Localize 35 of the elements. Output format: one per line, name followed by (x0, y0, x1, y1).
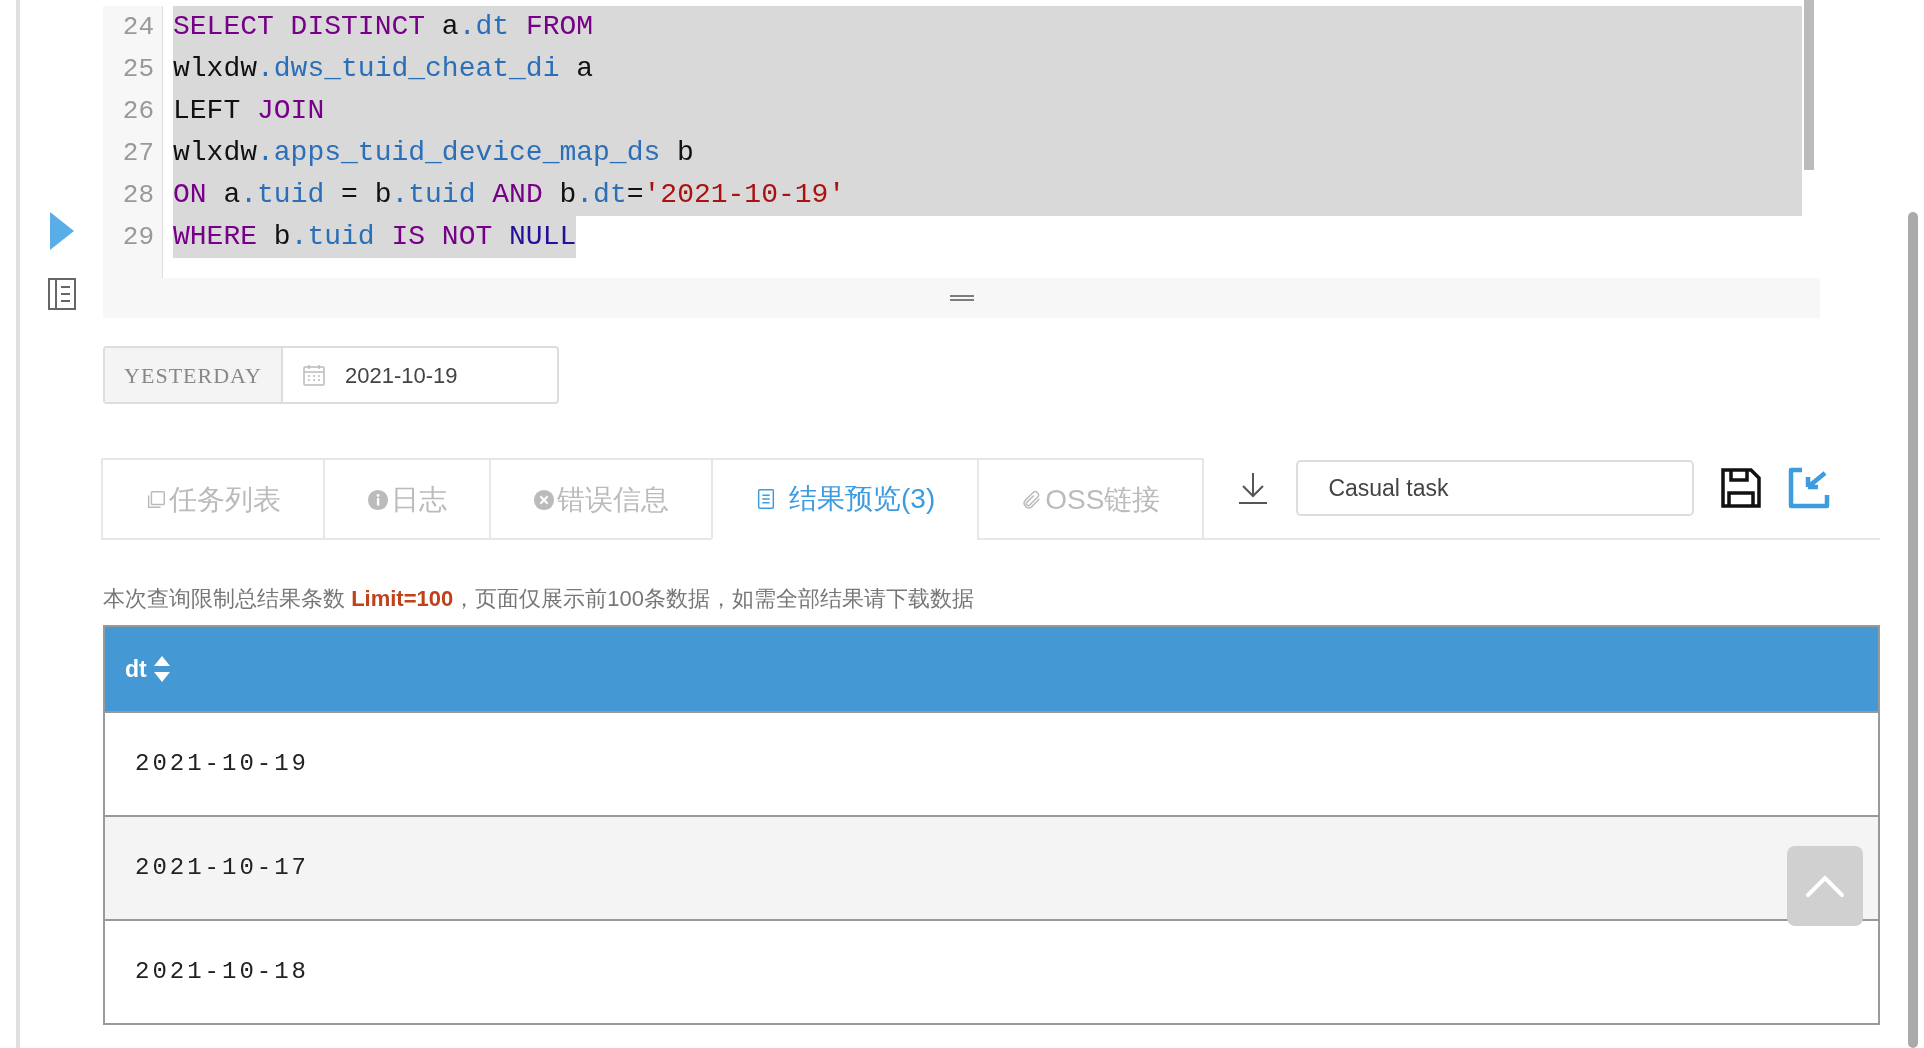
table-cell-text: 2021-10-19 (135, 749, 310, 779)
code-line: wlxdw.apps_tuid_device_map_ds b (173, 136, 694, 170)
task-name-field[interactable]: Casual task (1296, 460, 1695, 516)
error-icon (533, 489, 555, 511)
resize-handle-icon[interactable] (949, 294, 974, 302)
table-cell-text: 2021-10-17 (135, 853, 310, 883)
line-number: 28 (122, 179, 154, 212)
copy-icon (145, 489, 167, 511)
scrollbar-thumb[interactable] (1804, 0, 1814, 170)
code-line: SELECT DISTINCT a.dt FROM (173, 10, 594, 44)
line-number: 24 (122, 11, 154, 44)
code-line: ON a.tuid = b.tuid AND b.dt='2021-10-19' (173, 178, 846, 212)
table-cell-text: 2021-10-18 (135, 957, 310, 987)
scrollbar-thumb[interactable] (1908, 212, 1918, 1048)
code-line: LEFT JOIN (173, 94, 325, 128)
code-editor[interactable]: 24 25 26 27 28 29 SELECT DISTINCT a.dt FROM wlxdw.dws_tuid_cheat_di a LEFT JOIN wlxdw.apps_tuid_device_map_ds b ON a.tuid = b.tuid AND b.dt='2021-10-19' WHERE b.tuid IS NOT NULL (103, 0, 1820, 318)
download-icon[interactable] (1238, 472, 1269, 504)
save-icon[interactable] (1720, 467, 1763, 509)
code-line: wlxdw.dws_tuid_cheat_di a (173, 52, 594, 86)
document-icon[interactable] (47, 278, 76, 310)
line-number: 27 (122, 137, 154, 170)
export-icon[interactable] (1788, 467, 1831, 509)
line-number: 25 (122, 53, 154, 86)
column-header[interactable]: dt (125, 651, 147, 687)
sort-icon[interactable] (152, 655, 171, 683)
info-icon (367, 489, 389, 511)
document-icon (755, 488, 777, 510)
line-number: 29 (122, 221, 154, 254)
tab[interactable]: 结果预览(3) (711, 458, 980, 540)
run-icon[interactable] (49, 212, 74, 250)
chevron-up-icon (1805, 874, 1845, 898)
tab[interactable]: OSS链接 (977, 458, 1205, 540)
line-number: 26 (122, 95, 154, 128)
notice-text: 本次查询限制总结果条数 Limit=100，页面仅展示前100条数据，如需全部结果请下载数据 (103, 585, 975, 613)
tab[interactable]: 任务列表 (101, 458, 325, 540)
